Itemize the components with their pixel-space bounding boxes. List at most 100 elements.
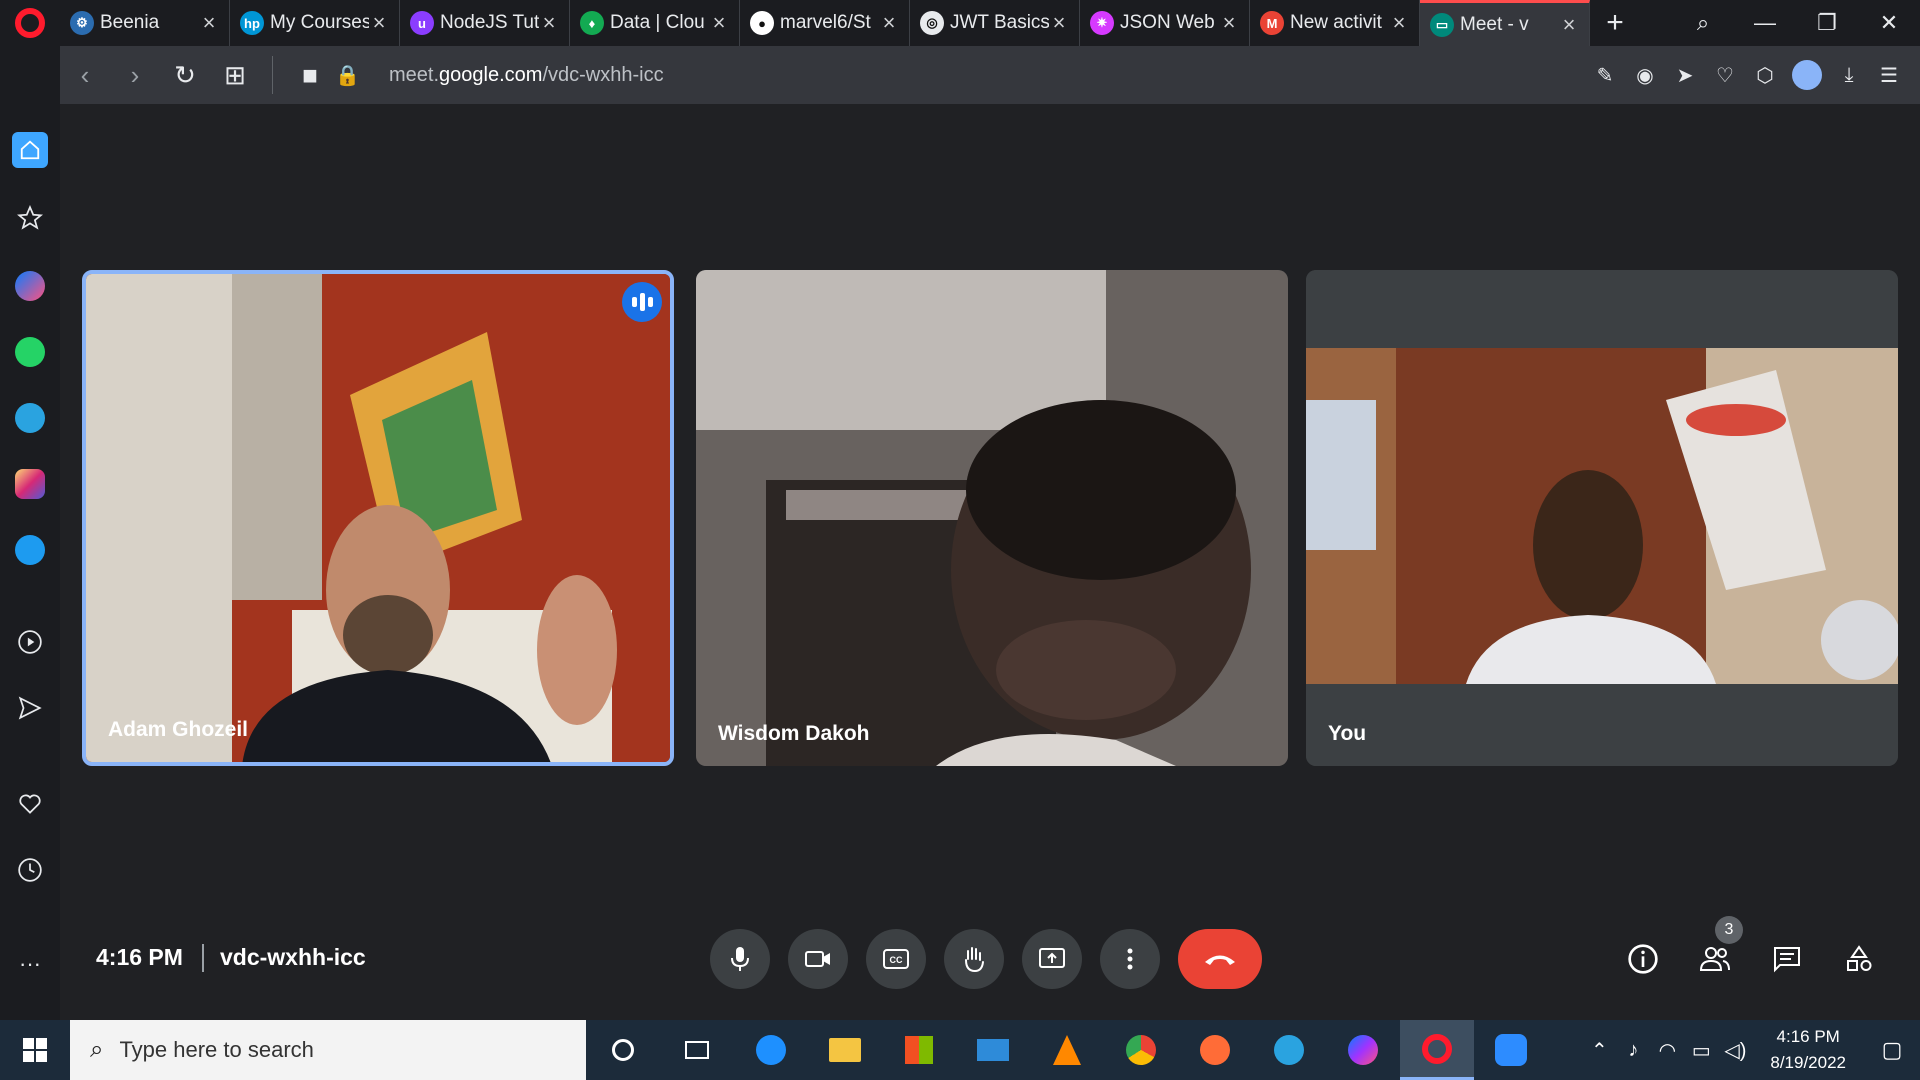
- heart-icon[interactable]: ♡: [1712, 62, 1738, 88]
- reload-button[interactable]: ↻: [160, 60, 210, 91]
- tab-overview-icon[interactable]: ⊞: [210, 60, 260, 91]
- tab-favicon-icon: hp: [240, 11, 264, 35]
- postman-icon[interactable]: [1178, 1020, 1252, 1080]
- close-tab-icon[interactable]: ×: [199, 10, 219, 36]
- show-hidden-icons-icon[interactable]: ⌃: [1582, 1038, 1616, 1063]
- meeting-time: 4:16 PM: [96, 944, 183, 970]
- browser-tab[interactable]: ✷ JSON Web ×: [1080, 0, 1250, 46]
- raise-hand-button[interactable]: [944, 929, 1004, 989]
- close-tab-icon[interactable]: ×: [1559, 12, 1579, 38]
- messenger-icon[interactable]: [12, 268, 48, 304]
- tab-favicon-icon: u: [410, 11, 434, 35]
- screen: ⚙ Beenia × hp My Courses × u NodeJS Tut × ♦ Data |…: [0, 0, 1920, 1080]
- browser-tab[interactable]: hp My Courses ×: [230, 0, 400, 46]
- microphone-tray-icon[interactable]: ♪: [1616, 1039, 1650, 1062]
- instagram-icon[interactable]: [12, 466, 48, 502]
- my-flow-send-icon[interactable]: [12, 690, 48, 726]
- edge-icon[interactable]: [734, 1020, 808, 1080]
- opera-logo-icon: [15, 8, 45, 38]
- notifications-icon[interactable]: ▢: [1864, 1037, 1920, 1063]
- close-tab-icon[interactable]: ×: [879, 10, 899, 36]
- opera-taskbar-icon[interactable]: [1400, 1020, 1474, 1080]
- more-icon[interactable]: ···: [12, 946, 48, 982]
- chat-icon: [1774, 947, 1800, 973]
- close-tab-icon[interactable]: ×: [1389, 10, 1409, 36]
- system-tray: ⌃ ♪ ◠ ▭ ◁) 4:16 PM 8/19/2022 ▢: [1582, 1020, 1920, 1080]
- close-tab-icon[interactable]: ×: [539, 10, 559, 36]
- forward-button[interactable]: ›: [110, 60, 160, 91]
- task-view-icon[interactable]: [660, 1020, 734, 1080]
- battery-icon[interactable]: ▭: [1684, 1038, 1718, 1063]
- browser-tab[interactable]: M New activit ×: [1250, 0, 1420, 46]
- browser-tab[interactable]: ⚙ Beenia ×: [60, 0, 230, 46]
- tab-favicon-icon: ⚙: [70, 11, 94, 35]
- zoom-icon[interactable]: [1474, 1020, 1548, 1080]
- present-screen-button[interactable]: [1022, 929, 1082, 989]
- history-clock-icon[interactable]: [12, 852, 48, 888]
- easy-setup-icon[interactable]: ☰: [1876, 62, 1902, 88]
- camera-permission-icon[interactable]: ■: [285, 60, 335, 91]
- send-icon[interactable]: ➤: [1672, 62, 1698, 88]
- wifi-icon[interactable]: ◠: [1650, 1038, 1684, 1063]
- chat-button[interactable]: [1764, 936, 1810, 982]
- close-tab-icon[interactable]: ×: [1219, 10, 1239, 36]
- activities-button[interactable]: [1836, 936, 1882, 982]
- download-icon[interactable]: ⤓: [1836, 62, 1862, 88]
- minimize-button[interactable]: —: [1734, 10, 1796, 36]
- close-tab-icon[interactable]: ×: [709, 10, 729, 36]
- player-icon[interactable]: [12, 624, 48, 660]
- browser-tab[interactable]: ◎ JWT Basics ×: [910, 0, 1080, 46]
- pinboard-heart-icon[interactable]: [12, 786, 48, 822]
- taskbar-search-box[interactable]: ⌕ Type here to search: [70, 1020, 586, 1080]
- url-field[interactable]: meet.google.com/vdc-wxhh-icc: [389, 64, 664, 87]
- taskbar-clock[interactable]: 4:16 PM 8/19/2022: [1752, 1024, 1864, 1076]
- file-explorer-icon[interactable]: [808, 1020, 882, 1080]
- vlc-icon[interactable]: [1030, 1020, 1104, 1080]
- browser-tab[interactable]: ▭ Meet - v ×: [1420, 0, 1590, 46]
- whatsapp-icon[interactable]: [12, 334, 48, 370]
- opera-menu-button[interactable]: [0, 0, 60, 46]
- microsoft-store-icon[interactable]: [882, 1020, 956, 1080]
- volume-icon[interactable]: ◁): [1718, 1038, 1752, 1063]
- camera-icon[interactable]: ◉: [1632, 62, 1658, 88]
- more-options-button[interactable]: [1100, 929, 1160, 989]
- telegram-icon[interactable]: [12, 400, 48, 436]
- browser-tab[interactable]: ♦ Data | Clou ×: [570, 0, 740, 46]
- tab-favicon-icon: ✷: [1090, 11, 1114, 35]
- microphone-icon: [731, 947, 749, 971]
- cortana-icon[interactable]: [586, 1020, 660, 1080]
- browser-tab[interactable]: ● marvel6/St ×: [740, 0, 910, 46]
- participant-tile-2[interactable]: Wisdom Dakoh: [696, 270, 1288, 766]
- mail-icon[interactable]: [956, 1020, 1030, 1080]
- svg-text:CC: CC: [890, 955, 903, 965]
- profile-avatar[interactable]: [1792, 60, 1822, 90]
- home-icon[interactable]: [12, 132, 48, 168]
- start-button[interactable]: [0, 1020, 70, 1080]
- new-tab-button[interactable]: +: [1590, 6, 1640, 40]
- browser-tab[interactable]: u NodeJS Tut ×: [400, 0, 570, 46]
- extensions-icon[interactable]: ⬡: [1752, 62, 1778, 88]
- captions-button[interactable]: CC: [866, 929, 926, 989]
- messenger-taskbar-icon[interactable]: [1326, 1020, 1400, 1080]
- lock-icon[interactable]: 🔒: [335, 63, 360, 88]
- leave-call-button[interactable]: [1178, 929, 1262, 989]
- telegram-taskbar-icon[interactable]: [1252, 1020, 1326, 1080]
- close-tab-icon[interactable]: ×: [369, 10, 389, 36]
- participant-tile-3[interactable]: You: [1306, 270, 1898, 766]
- close-tab-icon[interactable]: ×: [1049, 10, 1069, 36]
- microphone-button[interactable]: [710, 929, 770, 989]
- tab-search-icon[interactable]: ⌕: [1672, 10, 1734, 36]
- participant-name: Wisdom Dakoh: [718, 722, 870, 745]
- closed-captions-icon: CC: [883, 949, 909, 969]
- video-camera-icon: [805, 951, 830, 967]
- participant-tile-1[interactable]: Adam Ghozeil: [82, 270, 674, 766]
- twitter-icon[interactable]: [12, 532, 48, 568]
- back-button[interactable]: ‹: [60, 60, 110, 91]
- camera-button[interactable]: [788, 929, 848, 989]
- snapshot-edit-icon[interactable]: ✎: [1592, 62, 1618, 88]
- meeting-details-button[interactable]: [1620, 936, 1666, 982]
- close-window-button[interactable]: ✕: [1858, 10, 1920, 36]
- restore-button[interactable]: ❐: [1796, 10, 1858, 36]
- bookmarks-star-icon[interactable]: [12, 200, 48, 236]
- chrome-icon[interactable]: [1104, 1020, 1178, 1080]
